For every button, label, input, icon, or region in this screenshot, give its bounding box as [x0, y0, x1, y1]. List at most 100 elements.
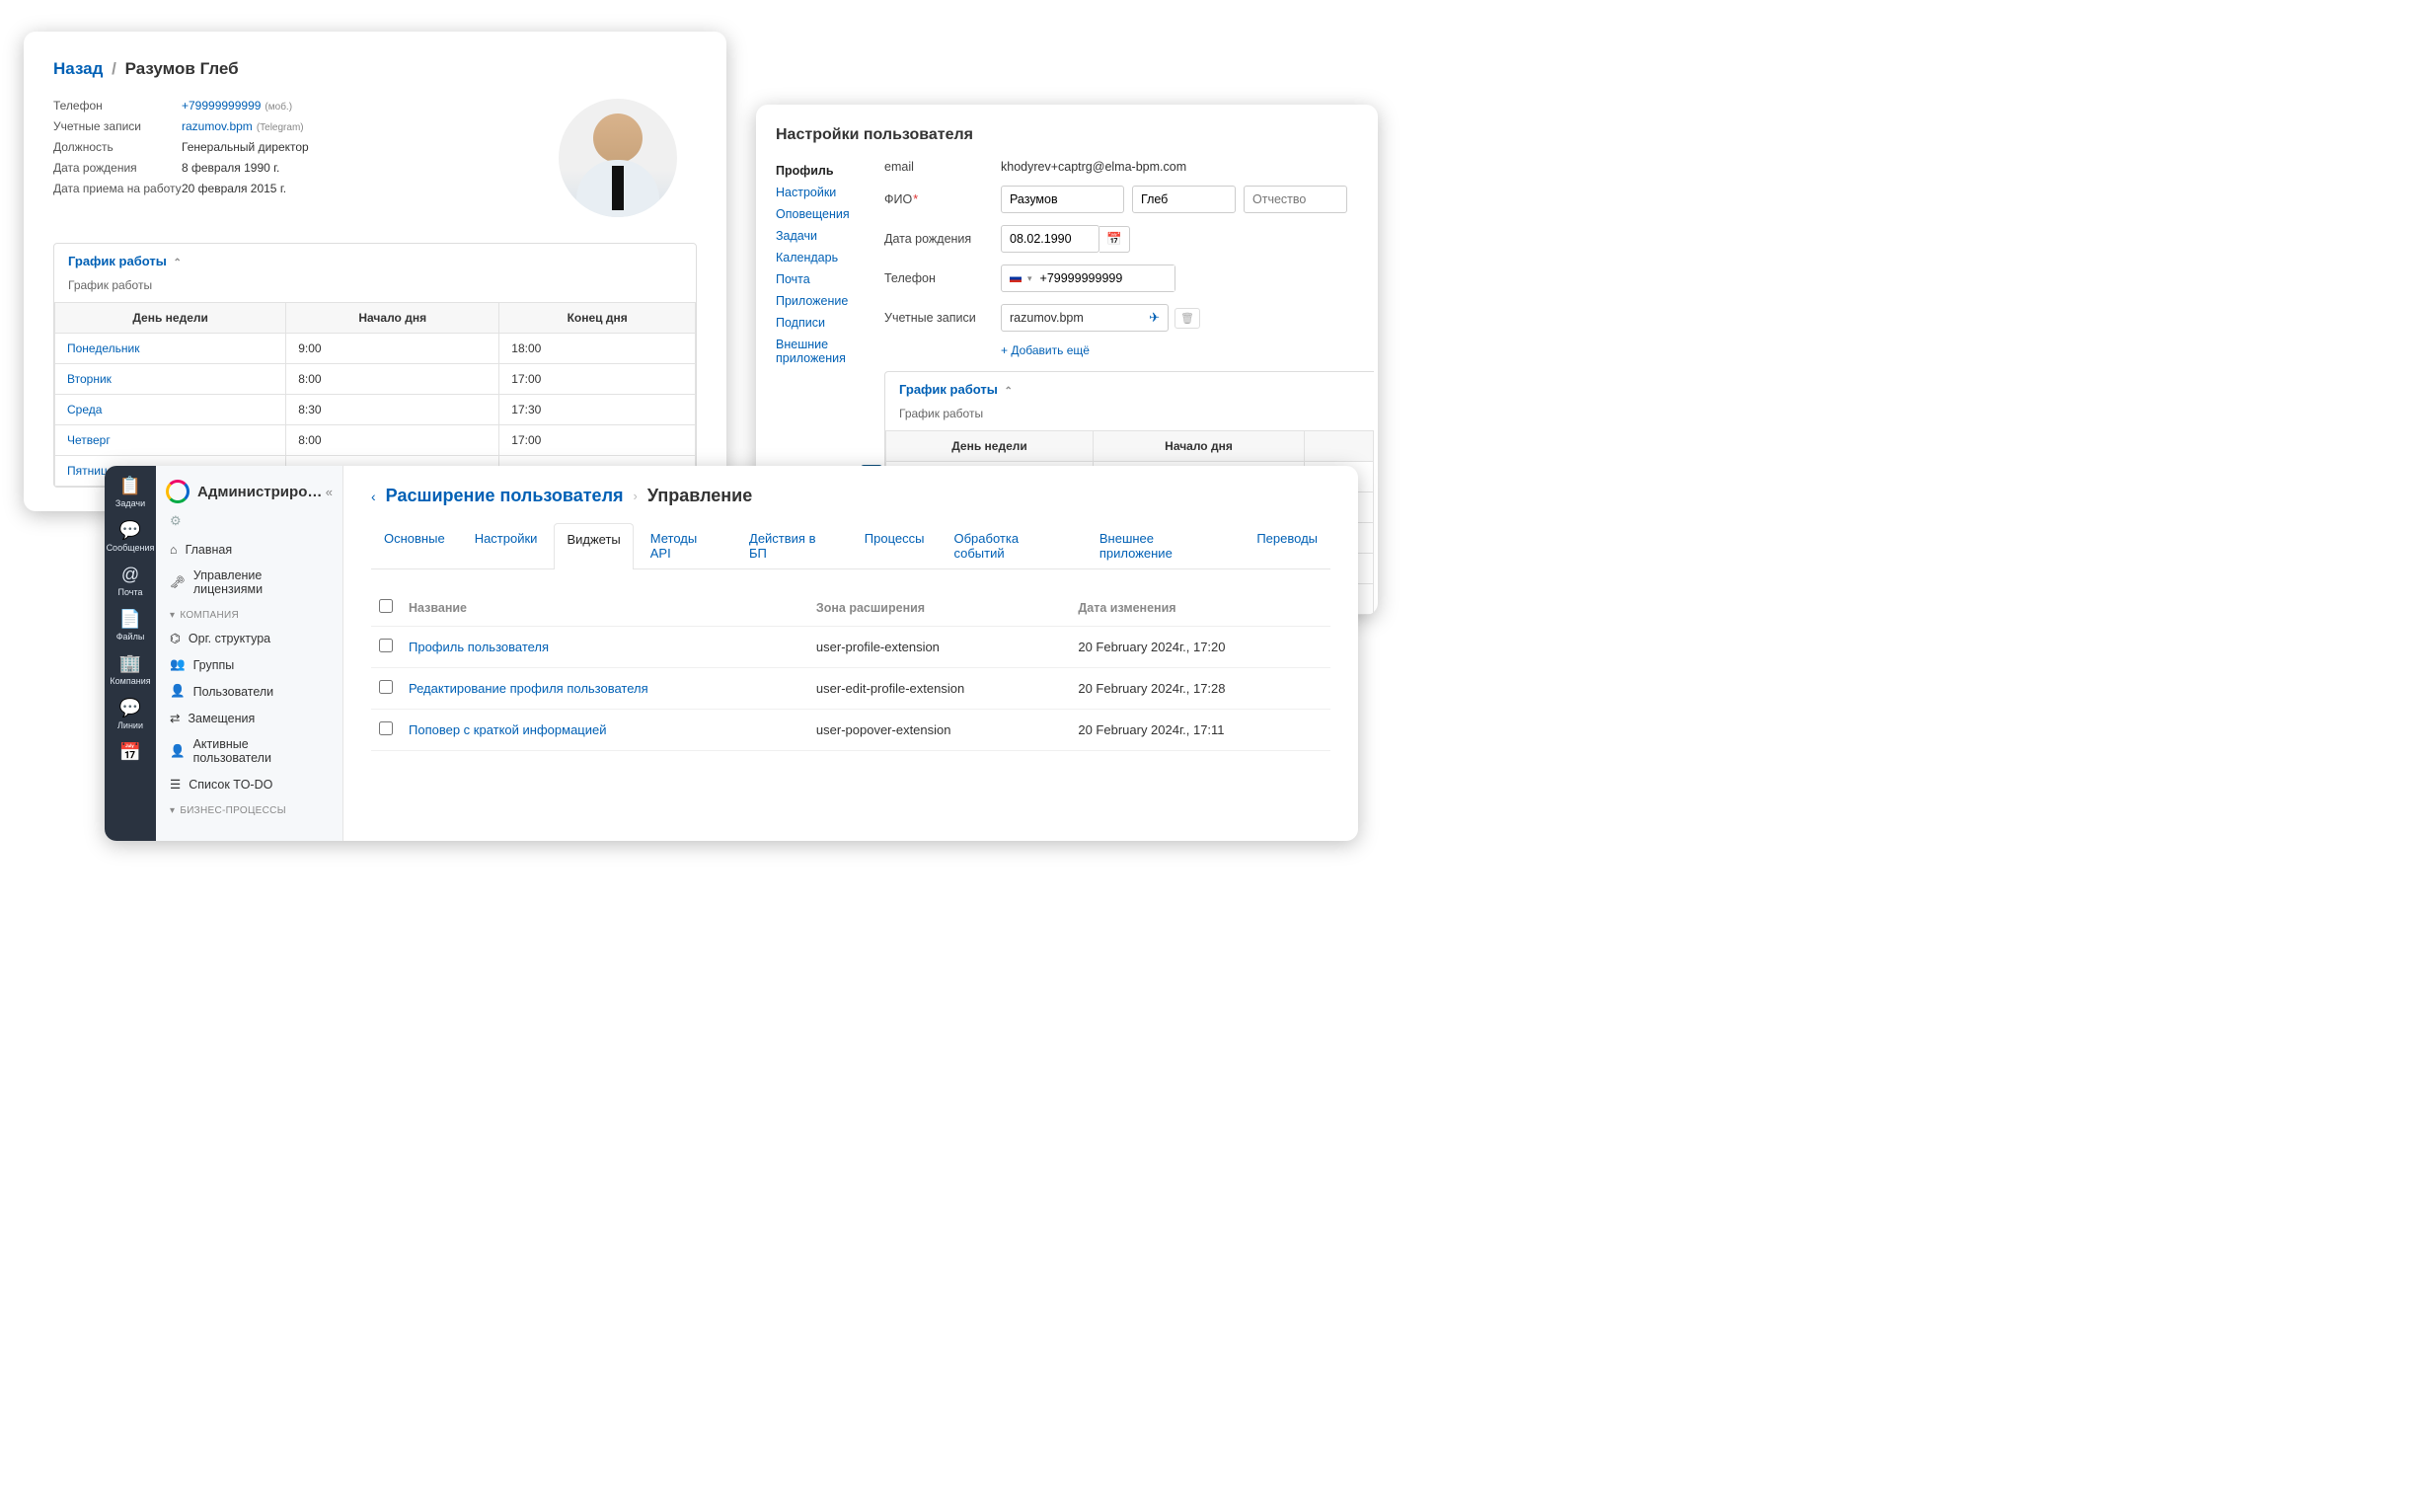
- active-icon: 👤: [170, 744, 186, 759]
- nav-todo[interactable]: ☰Список TO-DO: [156, 771, 342, 797]
- settings-nav-item[interactable]: Внешние приложения: [776, 334, 874, 369]
- select-all-checkbox[interactable]: [379, 599, 393, 613]
- table-row[interactable]: Редактирование профиля пользователяuser-…: [371, 668, 1330, 710]
- nav-active-users[interactable]: 👤Активные пользователи: [156, 731, 342, 771]
- tab[interactable]: Обработка событий: [941, 522, 1082, 568]
- nav-group-company[interactable]: ▾КОМПАНИЯ: [156, 602, 342, 625]
- col-name: Название: [401, 589, 808, 627]
- rail-item[interactable]: 🏢Компания: [110, 653, 150, 686]
- swap-icon: ⇄: [170, 711, 180, 725]
- table-row[interactable]: Поповер с краткой информациейuser-popove…: [371, 710, 1330, 751]
- col-end: Конец дня: [499, 303, 696, 334]
- account-input[interactable]: razumov.bpm✈: [1001, 304, 1169, 332]
- nav-groups[interactable]: 👥Группы: [156, 651, 342, 678]
- groups-icon: 👥: [170, 657, 186, 672]
- settings-nav-item[interactable]: Настройки: [776, 182, 874, 203]
- crumb-parent[interactable]: Расширение пользователя: [386, 486, 624, 506]
- widget-link[interactable]: Редактирование профиля пользователя: [409, 681, 648, 696]
- nav-substitutions[interactable]: ⇄Замещения: [156, 705, 342, 731]
- home-icon: ⌂: [170, 543, 178, 557]
- nav-orgstructure[interactable]: ⌬Орг. структура: [156, 625, 342, 651]
- tab[interactable]: Методы API: [638, 522, 732, 568]
- account-value[interactable]: razumov.bpm: [182, 119, 253, 133]
- rail-item[interactable]: 💬Сообщения: [107, 520, 155, 553]
- email-label: email: [884, 160, 1001, 174]
- nav-licenses[interactable]: 🗝Управление лицензиями: [156, 563, 342, 602]
- settings-nav-item[interactable]: Почта: [776, 268, 874, 290]
- phone-value[interactable]: +79999999999: [182, 99, 261, 113]
- rail-item[interactable]: 📋Задачи: [115, 476, 145, 508]
- firstname-input[interactable]: [1132, 186, 1236, 213]
- back-icon[interactable]: ‹: [371, 489, 376, 504]
- calendar-icon[interactable]: 📅: [1099, 226, 1130, 253]
- rail-item[interactable]: 💬Линии: [117, 698, 143, 730]
- list-icon: ☰: [170, 777, 181, 792]
- settings-nav-item[interactable]: Профиль: [776, 160, 874, 182]
- collapse-icon[interactable]: «: [326, 485, 333, 499]
- add-more-link[interactable]: + Добавить ещё: [1001, 343, 1374, 357]
- crumb-current: Управление: [647, 486, 752, 506]
- tab[interactable]: Процессы: [852, 522, 938, 568]
- col-zone: Зона расширения: [808, 589, 1070, 627]
- nav-home[interactable]: ⌂Главная: [156, 537, 342, 563]
- col-day: День недели: [55, 303, 286, 334]
- nav-users[interactable]: 👤Пользователи: [156, 678, 342, 705]
- hire-value: 20 февраля 2015 г.: [182, 182, 286, 195]
- tab[interactable]: Основные: [371, 522, 458, 568]
- schedule-toggle[interactable]: График работы ⌃: [885, 372, 1374, 407]
- col-start: Начало дня: [286, 303, 499, 334]
- tab[interactable]: Настройки: [462, 522, 551, 568]
- flag-ru-icon[interactable]: [1010, 274, 1022, 282]
- widget-link[interactable]: Поповер с краткой информацией: [409, 722, 607, 737]
- gear-icon[interactable]: ⚙: [156, 511, 342, 537]
- col-date: Дата изменения: [1070, 589, 1330, 627]
- schedule-subtitle: График работы: [885, 407, 1374, 430]
- row-checkbox[interactable]: [379, 721, 393, 735]
- admin-card: 📋Задачи 💬Сообщения @Почта 📄Файлы 🏢Компания 💬Л…: [105, 466, 1358, 841]
- hire-label: Дата приема на работу: [53, 182, 182, 195]
- row-checkbox[interactable]: [379, 639, 393, 652]
- rail-item[interactable]: 📄Файлы: [116, 609, 145, 642]
- lastname-input[interactable]: [1001, 186, 1124, 213]
- dob-value: 8 февраля 1990 г.: [182, 161, 279, 175]
- settings-nav-item[interactable]: Календарь: [776, 247, 874, 268]
- schedule-toggle[interactable]: График работы ⌃: [54, 244, 696, 278]
- dob-input[interactable]: [1001, 225, 1099, 253]
- widget-link[interactable]: Профиль пользователя: [409, 640, 549, 654]
- tab[interactable]: Действия в БП: [736, 522, 848, 568]
- phone-input[interactable]: [1036, 265, 1174, 291]
- phone-label: Телефон: [884, 271, 1001, 285]
- position-value: Генеральный директор: [182, 140, 309, 154]
- profile-card: Назад / Разумов Глеб Телефон+79999999999…: [24, 32, 726, 511]
- table-row[interactable]: Профиль пользователяuser-profile-extensi…: [371, 627, 1330, 668]
- settings-nav-item[interactable]: Оповещения: [776, 203, 874, 225]
- settings-nav-item[interactable]: Подписи: [776, 312, 874, 334]
- settings-nav-item[interactable]: Приложение: [776, 290, 874, 312]
- col-start: Начало дня: [1094, 431, 1305, 462]
- back-link[interactable]: Назад: [53, 59, 103, 78]
- patronymic-input[interactable]: [1244, 186, 1347, 213]
- acct-label: Учетные записи: [884, 311, 1001, 325]
- telegram-icon: ✈: [1149, 310, 1160, 326]
- chevron-up-icon: ⌃: [173, 258, 181, 268]
- account-label: Учетные записи: [53, 119, 182, 133]
- table-row: Четверг8:0017:00: [55, 425, 696, 456]
- user-icon: 👤: [170, 684, 186, 699]
- nav-group-bp[interactable]: ▾БИЗНЕС-ПРОЦЕССЫ: [156, 797, 342, 820]
- widgets-table: Название Зона расширения Дата изменения …: [371, 589, 1330, 751]
- tab[interactable]: Виджеты: [554, 523, 633, 569]
- delete-account-icon[interactable]: 🗑: [1174, 308, 1200, 329]
- tab[interactable]: Внешнее приложение: [1087, 522, 1240, 568]
- rail-item[interactable]: @Почта: [118, 565, 143, 597]
- phone-input-wrap[interactable]: ▾: [1001, 265, 1175, 292]
- tab[interactable]: Переводы: [1244, 522, 1330, 568]
- dob-label: Дата рождения: [884, 232, 1001, 246]
- rail-item[interactable]: 📅: [119, 742, 141, 765]
- breadcrumb: ‹ Расширение пользователя › Управление: [371, 486, 1330, 506]
- settings-nav-item[interactable]: Задачи: [776, 225, 874, 247]
- col-day: День недели: [886, 431, 1094, 462]
- nav-title: Администриров…: [197, 484, 326, 500]
- chevron-up-icon: ⌃: [1004, 386, 1012, 397]
- row-checkbox[interactable]: [379, 680, 393, 694]
- breadcrumb: Назад / Разумов Глеб: [53, 59, 697, 79]
